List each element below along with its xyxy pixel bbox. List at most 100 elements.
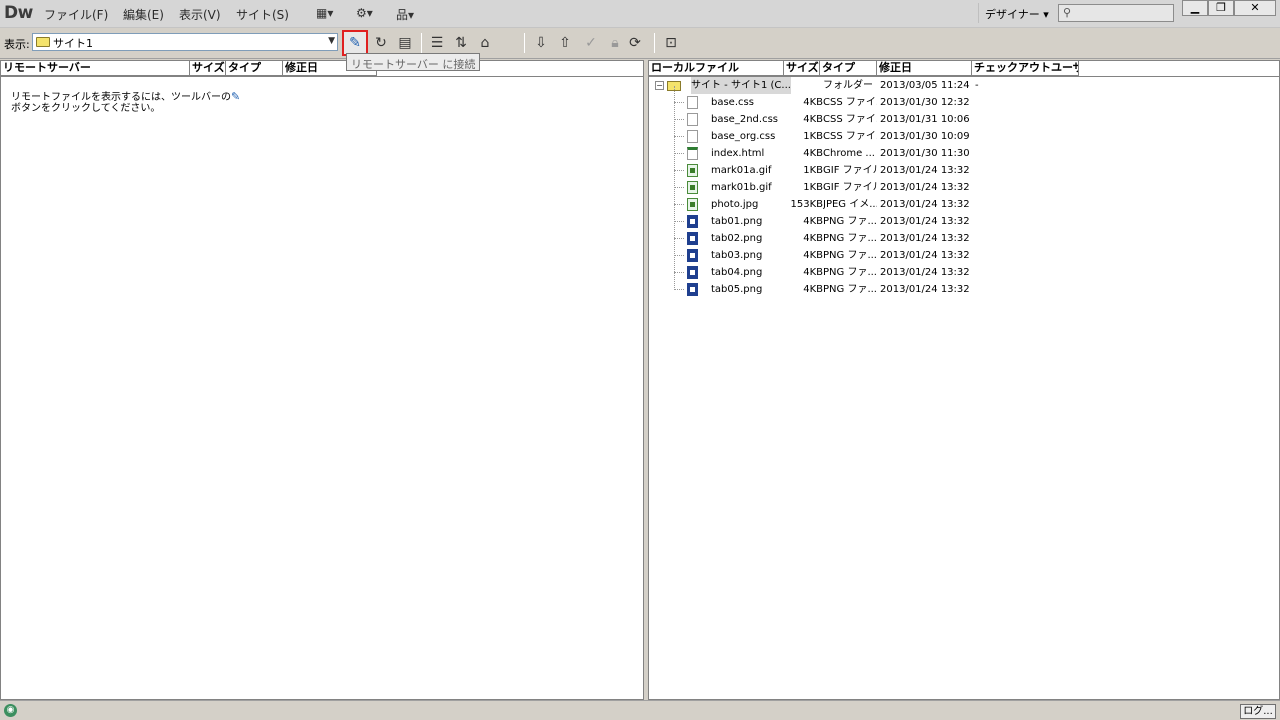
file-row[interactable]: mark01b.gif 1KB GIF ファイル 2013/01/24 13:32 — [649, 179, 1279, 196]
chevron-down-icon: ▼ — [328, 36, 335, 46]
file-row[interactable]: base.css 4KBCSS ファイ...2013/01/30 12:32 — [649, 94, 1279, 111]
remote-header-row: リモートサーバー サイズ タイプ 修正日 — [1, 61, 643, 77]
css-file-icon — [687, 96, 698, 109]
site-select[interactable]: サイト1 ▼ — [32, 33, 338, 51]
file-name: base_org.css — [711, 131, 776, 142]
css-file-icon — [687, 130, 698, 143]
file-type: CSS ファイ... — [823, 114, 877, 125]
app-logo: Dw — [4, 3, 33, 23]
file-row[interactable]: photo.jpg 153KB JPEG イメ... 2013/01/24 13:32 — [649, 196, 1279, 213]
column-checkout-user[interactable]: チェックアウトユーザー — [972, 61, 1079, 76]
file-name: mark01a.gif — [711, 165, 772, 176]
menu-bar: Dw ファイル(F) 編集(E) 表示(V) サイト(S) ▦▾ ⚙▾ 品▾ デ… — [0, 0, 1280, 28]
column-modified[interactable]: 修正日 — [877, 61, 972, 76]
file-size: 1KB — [803, 131, 823, 142]
file-name: base.css — [711, 97, 754, 108]
file-modified: 2013/01/24 13:32 — [880, 284, 970, 295]
checkmark-icon: ✓ — [585, 35, 597, 51]
file-size: 4KB — [803, 284, 823, 295]
menu-edit[interactable]: 編集(E) — [123, 6, 164, 23]
tree-branch — [674, 272, 684, 273]
sync-icon: ⇅ — [455, 35, 467, 51]
column-size[interactable]: サイズ — [190, 61, 226, 76]
collapse-icon[interactable]: − — [655, 81, 664, 90]
toolbar-divider — [654, 33, 655, 53]
root-modified: 2013/03/05 11:24 — [880, 80, 970, 91]
file-list-button[interactable]: ☰ — [426, 32, 448, 54]
root-type: フォルダー — [823, 80, 873, 91]
menu-site[interactable]: サイト(S) — [236, 6, 289, 23]
tree-branch — [674, 170, 684, 171]
site-manager-icon[interactable]: 品▾ — [396, 6, 414, 23]
file-modified: 2013/01/24 13:32 — [880, 267, 970, 278]
gear-icon[interactable]: ⚙▾ — [356, 6, 373, 20]
synchronize-button[interactable]: ⟳ — [624, 32, 646, 54]
get-files-button[interactable]: ⇩ — [530, 32, 552, 54]
column-type[interactable]: タイプ — [820, 61, 877, 76]
status-bar: ◉ ログ... — [0, 700, 1280, 720]
file-row[interactable]: tab02.png 4KB PNG ファ... 2013/01/24 13:32 — [649, 230, 1279, 247]
file-modified: 2013/01/24 13:32 — [880, 199, 970, 210]
restore-button[interactable]: ❐ — [1208, 0, 1234, 16]
log-icon: ▤ — [398, 35, 412, 51]
file-row[interactable]: tab05.png 4KB PNG ファ... 2013/01/24 13:32 — [649, 281, 1279, 298]
tree-branch — [674, 204, 684, 205]
checkout-button[interactable]: ✓ — [580, 32, 602, 54]
plug-icon: ✎ — [231, 90, 241, 103]
file-row[interactable]: base_2nd.css 4KBCSS ファイ...2013/01/31 10:0… — [649, 111, 1279, 128]
empty-message-line2: ボタンをクリックしてください。 — [11, 103, 161, 114]
sync-button[interactable]: ⇅ — [450, 32, 472, 54]
expand-collapse-button[interactable]: ⊡ — [660, 32, 682, 54]
file-type: CSS ファイ... — [823, 131, 877, 142]
file-row[interactable]: base_org.css 1KBCSS ファイ...2013/01/30 10:0… — [649, 128, 1279, 145]
ftp-log-button[interactable]: ▤ — [394, 32, 416, 54]
file-size: 4KB — [803, 114, 823, 125]
file-size: 4KB — [803, 233, 823, 244]
menu-file[interactable]: ファイル(F) — [44, 6, 108, 23]
refresh-button[interactable]: ↻ — [370, 32, 392, 54]
file-row[interactable]: index.html 4KB Chrome ... 2013/01/30 11:30 — [649, 145, 1279, 162]
file-name: index.html — [711, 148, 765, 159]
column-remote-server[interactable]: リモートサーバー — [1, 61, 190, 76]
tree-branch — [674, 102, 684, 103]
file-name: base_2nd.css — [711, 114, 778, 125]
close-button[interactable]: ✕ — [1234, 0, 1276, 16]
layout-icon[interactable]: ▦▾ — [316, 6, 333, 20]
tree-root-row[interactable]: − サイト - サイト1 (C... フォルダー 2013/03/05 11:2… — [649, 77, 1279, 94]
empty-message-line1: リモートファイルを表示するには、ツールバーの — [11, 92, 231, 103]
img-file-icon — [687, 181, 698, 194]
column-size[interactable]: サイズ — [784, 61, 820, 76]
put-files-button[interactable]: ⇧ — [554, 32, 576, 54]
file-size: 1KB — [803, 165, 823, 176]
local-files-panel: ローカルファイル サイズ タイプ 修正日 チェックアウトユーザー − サイト -… — [648, 60, 1280, 700]
tree-branch — [674, 221, 684, 222]
checkin-button[interactable]: 🔒︎ — [604, 32, 626, 54]
file-size: 4KB — [803, 216, 823, 227]
expand-icon: ⊡ — [665, 35, 677, 51]
file-row[interactable]: tab04.png 4KB PNG ファ... 2013/01/24 13:32 — [649, 264, 1279, 281]
file-row[interactable]: mark01a.gif 1KB GIF ファイル 2013/01/24 13:32 — [649, 162, 1279, 179]
file-modified: 2013/01/24 13:32 — [880, 165, 970, 176]
globe-icon: ◉ — [4, 704, 17, 717]
file-type: PNG ファ... — [823, 233, 877, 244]
search-input[interactable]: ⚲ — [1058, 4, 1174, 22]
column-local-files[interactable]: ローカルファイル — [649, 61, 784, 76]
tree-branch — [674, 289, 684, 290]
remote-empty-message: リモートファイルを表示するには、ツールバーの✎ ボタンをクリックしてください。 — [11, 91, 240, 114]
log-button[interactable]: ログ... — [1240, 704, 1276, 719]
connect-tooltip: リモートサーバー に接続 — [346, 53, 481, 71]
file-row[interactable]: tab01.png 4KB PNG ファ... 2013/01/24 13:32 — [649, 213, 1279, 230]
file-row[interactable]: tab03.png 4KB PNG ファ... 2013/01/24 13:32 — [649, 247, 1279, 264]
menu-view[interactable]: 表示(V) — [179, 6, 221, 23]
file-modified: 2013/01/24 13:32 — [880, 216, 970, 227]
synchronize-icon: ⟳ — [629, 35, 641, 51]
file-size: 153KB — [790, 199, 823, 210]
site-tree-button[interactable]: ⌂ — [474, 32, 496, 54]
plug-icon: ✎ — [349, 35, 361, 51]
column-type[interactable]: タイプ — [226, 61, 283, 76]
minimize-button[interactable]: ▁ — [1182, 0, 1208, 16]
workspace-switcher[interactable]: デザイナー ▾ — [978, 3, 1050, 23]
html-file-icon — [687, 147, 698, 160]
refresh-icon: ↻ — [375, 35, 387, 51]
css-file-icon — [687, 113, 698, 126]
